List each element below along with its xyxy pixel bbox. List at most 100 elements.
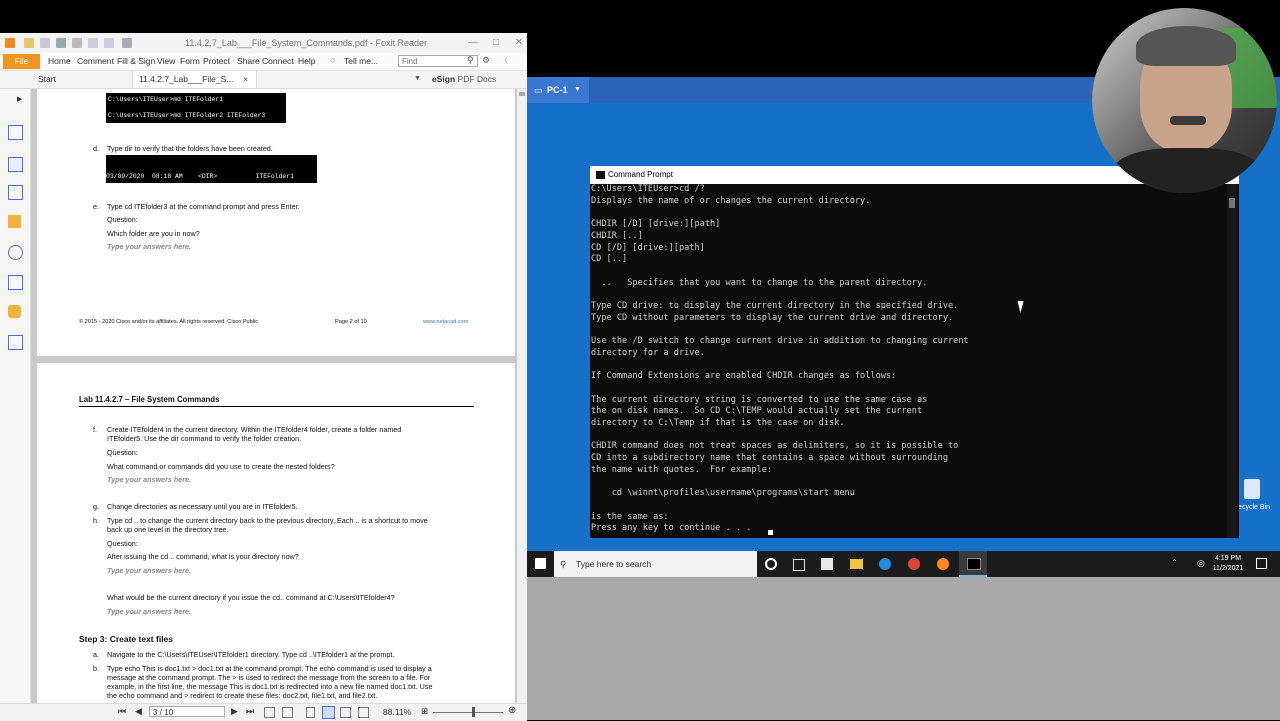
tab-list-dropdown-icon[interactable]: ▼ xyxy=(414,75,421,82)
open-icon[interactable] xyxy=(24,38,34,48)
zoom-slider[interactable] xyxy=(433,712,503,713)
find-input[interactable] xyxy=(398,55,478,67)
customize-toolbar-icon[interactable] xyxy=(122,38,132,48)
comments-icon[interactable] xyxy=(8,215,21,228)
firefox-icon[interactable] xyxy=(937,558,949,570)
pdf-page-2: C:\Users\ITEUser>md ITEFolder1 C:\Users\… xyxy=(37,89,515,356)
esign-label: eSign xyxy=(432,74,456,84)
edge-icon[interactable] xyxy=(879,558,891,570)
file-explorer-icon[interactable] xyxy=(850,559,863,569)
prev-page-icon[interactable]: ◀ xyxy=(135,706,142,717)
attachments-icon[interactable] xyxy=(8,245,23,260)
hand-icon[interactable] xyxy=(72,38,82,48)
command-prompt-window[interactable]: Command Prompt C:\Users\ITEUser>cd /? Di… xyxy=(590,166,1239,538)
last-page-icon[interactable]: ⏭ xyxy=(246,706,254,717)
next-page-icon[interactable]: ▶ xyxy=(231,706,238,717)
pdf-page-3: Lab 11.4.2.7 – File System Commands f. C… xyxy=(37,363,515,703)
single-page-icon[interactable] xyxy=(306,707,315,718)
notifications-icon[interactable] xyxy=(1256,558,1267,569)
close-tab-icon[interactable]: × xyxy=(243,71,248,88)
security-lock-icon[interactable] xyxy=(8,305,21,318)
step-letter: h. xyxy=(93,516,99,525)
cmd-output[interactable]: C:\Users\ITEUser>cd /? Displays the name… xyxy=(591,184,1223,537)
step-letter: d. xyxy=(93,144,99,153)
page-footer-number: Page 2 of 10 xyxy=(335,319,367,325)
zoom-level[interactable]: 88.11% xyxy=(383,707,411,717)
cmd-taskbar-button[interactable] xyxy=(959,551,987,577)
facing-page-icon[interactable] xyxy=(340,707,351,718)
menu-help[interactable]: Help xyxy=(298,56,315,66)
settings-gear-icon[interactable]: ⚙ xyxy=(482,55,490,66)
esign-button[interactable]: eSign PDF Docs xyxy=(432,71,496,88)
foxit-logo-icon xyxy=(5,38,15,48)
answer-field[interactable]: Type your answers here. xyxy=(107,607,191,616)
menu-comment[interactable]: Comment xyxy=(77,56,114,66)
vertical-scrollbar[interactable] xyxy=(517,89,527,703)
page-thumbnails-icon[interactable] xyxy=(8,157,23,172)
answer-field[interactable]: Type your answers here. xyxy=(107,242,191,251)
page-view-icon[interactable] xyxy=(264,707,275,718)
undo-icon[interactable] xyxy=(88,38,98,48)
cmd-taskbar-icon xyxy=(967,558,981,570)
first-page-icon[interactable]: ⏮ xyxy=(118,706,126,717)
tab-document[interactable]: 11.4.2.7_Lab___File_S... × xyxy=(132,71,257,88)
menu-connect[interactable]: Connect xyxy=(262,56,294,66)
clock-time[interactable]: 4:19 PM xyxy=(1211,555,1245,562)
instruction-text: Navigate to the C:\Users\ITEUser\ITEfold… xyxy=(107,650,395,659)
save-icon[interactable] xyxy=(40,38,50,48)
page-footer-copyright: © 2015 - 2020 Cisco and/or its affiliate… xyxy=(79,319,259,325)
task-view-icon[interactable] xyxy=(793,559,805,571)
collapse-ribbon-icon[interactable]: 〈 xyxy=(500,55,508,66)
page-footer-link[interactable]: www.netacad.com xyxy=(423,319,468,325)
print-icon[interactable] xyxy=(56,38,66,48)
menu-share[interactable]: Share xyxy=(237,56,260,66)
answer-field[interactable]: Type your answers here. xyxy=(107,566,191,575)
zoom-in-icon[interactable]: ⊕ xyxy=(508,705,516,716)
signature-icon[interactable] xyxy=(8,335,23,350)
clock-date[interactable]: 11/2/2021 xyxy=(1211,565,1245,572)
menu-form[interactable]: Form xyxy=(180,56,200,66)
scrollbar-thumb[interactable] xyxy=(1229,198,1235,208)
page-view-icon[interactable] xyxy=(282,707,293,718)
store-icon[interactable] xyxy=(821,558,833,570)
menu-protect[interactable]: Protect xyxy=(203,56,230,66)
tell-me-box[interactable]: Tell me... xyxy=(344,56,378,66)
minimize-button[interactable]: — xyxy=(465,36,481,50)
bookmarks-icon[interactable] xyxy=(8,125,23,140)
left-navigation-pane: ▶ xyxy=(0,89,31,703)
vm-selector[interactable]: ▭ PC-1 ▼ xyxy=(527,77,589,103)
tab-document-label: 11.4.2.7_Lab___File_S... xyxy=(139,74,234,84)
maximize-button[interactable]: □ xyxy=(488,36,504,50)
recycle-bin-icon[interactable] xyxy=(1240,477,1264,503)
zoom-slider-thumb[interactable] xyxy=(472,707,475,717)
content-icon[interactable] xyxy=(8,275,23,290)
document-view[interactable]: C:\Users\ITEUser>md ITEFolder1 C:\Users\… xyxy=(31,89,517,703)
scroll-up-icon[interactable] xyxy=(519,92,525,96)
redo-icon[interactable] xyxy=(104,38,114,48)
continuous-page-icon[interactable] xyxy=(322,706,335,719)
layers-icon[interactable] xyxy=(8,185,23,200)
show-hidden-icons-icon[interactable]: ⌃ xyxy=(1171,558,1178,567)
tab-start[interactable]: Start xyxy=(38,71,56,88)
search-icon[interactable]: ⚲ xyxy=(467,55,474,66)
file-menu[interactable]: File xyxy=(3,54,40,69)
close-window-button[interactable]: ✕ xyxy=(511,36,527,50)
expand-pane-icon[interactable]: ▶ xyxy=(17,95,22,103)
answer-field[interactable]: Type your answers here. xyxy=(107,475,191,484)
chrome-icon[interactable] xyxy=(908,558,920,570)
menu-home[interactable]: Home xyxy=(48,56,71,66)
menu-view[interactable]: View xyxy=(157,56,175,66)
zoom-dropdown-icon[interactable]: ⊞ xyxy=(421,706,428,717)
terminal-line: C:\Users\ITEUser>md ITEFolder2 ITEFolder… xyxy=(108,112,266,119)
page-number-input[interactable]: 3 / 10 xyxy=(149,706,225,717)
lightbulb-icon: ○ xyxy=(330,55,336,65)
presenter-mustache xyxy=(1170,116,1206,125)
taskbar-search-box[interactable]: ⚲ Type here to search xyxy=(554,551,757,577)
document-tabs: Start 11.4.2.7_Lab___File_S... × ▼ eSign… xyxy=(0,71,527,89)
start-windows-icon[interactable] xyxy=(535,558,546,569)
cmd-scrollbar[interactable] xyxy=(1227,184,1237,537)
cortana-icon[interactable] xyxy=(765,558,777,570)
menu-fill-sign[interactable]: Fill & Sign xyxy=(117,56,155,66)
continuous-facing-icon[interactable] xyxy=(358,707,369,718)
network-globe-icon[interactable]: ◎ xyxy=(1197,558,1205,569)
